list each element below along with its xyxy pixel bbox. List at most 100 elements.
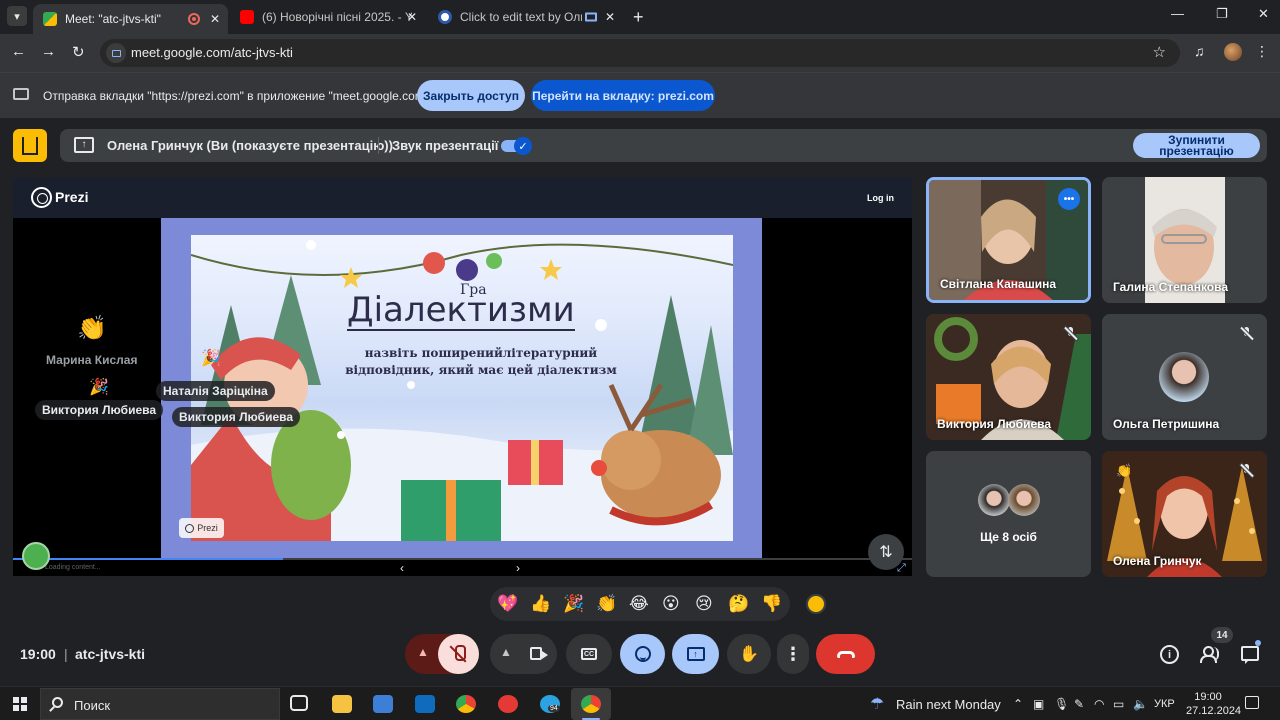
captions-button[interactable]: CC <box>566 634 612 674</box>
chevron-up-icon[interactable]: ▲ <box>417 645 429 659</box>
cast-icon <box>13 88 29 100</box>
task-view-icon[interactable] <box>290 695 308 711</box>
reaction-name: Виктория Любиева <box>172 407 301 427</box>
forward-button[interactable]: → <box>41 43 56 60</box>
tab-youtube[interactable]: (6) Новорічні пісні 2025. - You ✕ <box>230 4 425 30</box>
reactions-bar: 💖 👍 🎉 👏 😂 😮 😢 🤔 👎 <box>490 587 790 621</box>
phone-hangup-icon <box>836 650 855 658</box>
chrome-active-icon[interactable] <box>581 695 601 713</box>
skin-tone-button[interactable] <box>806 594 826 614</box>
store-icon[interactable] <box>373 695 393 713</box>
participant-tile[interactable]: Виктория Любиева <box>926 314 1091 440</box>
previous-slide-button[interactable]: ‹ <box>400 561 404 575</box>
reload-button[interactable]: ↻ <box>72 43 85 61</box>
weather-text[interactable]: Rain next Monday <box>896 697 1001 712</box>
mic-off-button[interactable] <box>438 634 479 674</box>
minimize-button[interactable]: — <box>1171 6 1184 21</box>
swap-arrows-button[interactable]: ⇅ <box>868 534 904 570</box>
url-field[interactable]: meet.google.com/atc-jtvs-kti ☆ <box>100 39 1180 67</box>
camera-button[interactable] <box>530 647 542 660</box>
battery-icon[interactable]: ▭ <box>1113 697 1124 711</box>
maximize-button[interactable]: ❐ <box>1216 6 1228 22</box>
meet-logo-icon <box>13 129 47 162</box>
back-button[interactable]: ← <box>11 43 26 60</box>
participant-name: Світлана Канашина <box>940 277 1057 291</box>
raise-hand-button[interactable]: ✋ <box>727 634 771 674</box>
umbrella-icon[interactable]: ☂ <box>870 694 884 714</box>
close-icon[interactable]: ✕ <box>605 10 615 24</box>
thumbs-up-reaction-button[interactable]: 👍 <box>530 594 551 614</box>
heart-reaction-button[interactable]: 💖 <box>497 594 518 614</box>
thinking-reaction-button[interactable]: 🤔 <box>728 594 749 614</box>
participant-name: Виктория Любиева <box>937 417 1052 431</box>
loading-text: Loading content... <box>45 564 101 571</box>
thumbs-down-reaction-button[interactable]: 👎 <box>761 594 782 614</box>
reaction-name: Наталія Заріцкіна <box>156 381 275 401</box>
tab-label: Meet: "atc-jtvs-kti" <box>65 12 161 26</box>
reactions-button[interactable] <box>620 634 665 674</box>
login-link[interactable]: Log in <box>867 193 894 203</box>
tab-meet[interactable]: Meet: "atc-jtvs-kti" ✕ <box>33 4 228 34</box>
tab-label: (6) Новорічні пісні 2025. - You <box>262 10 412 24</box>
profile-avatar[interactable] <box>1224 43 1242 61</box>
camera-site-icon[interactable] <box>106 43 126 63</box>
media-control-icon[interactable]: ♫ <box>1194 43 1205 59</box>
clap-reaction-icon: 👏 <box>1116 463 1133 478</box>
outlook-icon[interactable] <box>415 695 435 713</box>
close-access-button[interactable]: Закрыть доступ <box>417 80 525 111</box>
language-indicator[interactable]: УКР <box>1154 698 1175 710</box>
people-button[interactable] <box>1200 644 1220 664</box>
check-icon[interactable]: ✓ <box>514 137 532 155</box>
mic-icon[interactable]: 🎙 <box>1054 697 1069 711</box>
browser-menu-icon[interactable]: ⋮ <box>1255 43 1269 60</box>
next-slide-button[interactable]: › <box>516 561 520 575</box>
participant-tile[interactable]: Галина Степанкова <box>1102 177 1267 303</box>
vivaldi-icon[interactable] <box>498 695 518 713</box>
tab-prezi[interactable]: Click to edit text by Ольга П ✕ <box>428 4 623 30</box>
volume-icon[interactable]: 🔈 <box>1133 697 1148 711</box>
close-icon[interactable]: ✕ <box>210 12 220 26</box>
new-tab-button[interactable]: + <box>633 7 644 28</box>
muted-mic-icon <box>1240 327 1254 341</box>
participant-tile[interactable]: ••• Світлана Канашина <box>926 177 1091 303</box>
viewer-avatar[interactable] <box>22 542 50 570</box>
chevron-up-icon[interactable]: ▲ <box>500 645 512 659</box>
file-explorer-icon[interactable] <box>332 695 352 713</box>
tray-app-icon[interactable]: ▣ <box>1033 697 1044 711</box>
leave-call-button[interactable] <box>816 634 875 674</box>
clap-reaction-button[interactable]: 👏 <box>596 594 617 614</box>
telegram-badge: 94 <box>548 705 560 712</box>
clock[interactable]: 19:00 27.12.2024 <box>1186 690 1241 718</box>
notification-icon[interactable] <box>1245 696 1259 709</box>
reaction-name: Виктория Любиева <box>35 400 164 420</box>
bookmark-star-icon[interactable]: ☆ <box>1153 43 1166 61</box>
more-options-icon[interactable]: ••• <box>1058 188 1080 210</box>
tab-search-button[interactable]: ▾ <box>7 6 27 26</box>
windows-start-button[interactable] <box>13 697 27 711</box>
participant-tile[interactable]: Ольга Петришина <box>1102 314 1267 440</box>
captions-icon: CC <box>581 648 597 660</box>
pen-icon[interactable]: ✎ <box>1074 697 1084 711</box>
tray-chevron-icon[interactable]: ⌃ <box>1013 697 1023 711</box>
present-button[interactable]: ↑ <box>672 634 719 674</box>
window-close-button[interactable]: ✕ <box>1258 6 1269 22</box>
go-to-tab-button[interactable]: Перейти на вкладку: prezi.com <box>531 80 715 111</box>
party-reaction-button[interactable]: 🎉 <box>563 594 584 614</box>
taskbar: Поиск 94 ☂ Rain next Monday ⌃ ▣ 🎙 ✎ ◠ ▭ … <box>0 686 1280 720</box>
chat-button[interactable] <box>1241 646 1259 664</box>
stop-presenting-button[interactable]: Зупинити презентацію <box>1133 133 1260 158</box>
tab-sharing-infobar: Отправка вкладки "https://prezi.com" в п… <box>0 72 1280 118</box>
meeting-info-button[interactable]: i <box>1160 645 1179 664</box>
participant-tile[interactable]: 👏 Олена Гринчук <box>1102 451 1267 577</box>
sad-reaction-button[interactable]: 😢 <box>695 594 713 614</box>
more-participants-tile[interactable]: Ще 8 осіб <box>926 451 1091 577</box>
wifi-icon[interactable]: ◠ <box>1094 697 1104 711</box>
laugh-reaction-button[interactable]: 😂 <box>629 594 649 614</box>
chrome-icon[interactable] <box>456 695 476 713</box>
participant-avatar <box>1159 352 1209 402</box>
close-icon[interactable]: ✕ <box>407 10 417 24</box>
more-options-button[interactable]: ⋮ <box>777 634 809 674</box>
prezi-badge[interactable]: Prezi <box>179 518 224 538</box>
taskbar-search[interactable]: Поиск <box>40 688 280 720</box>
surprised-reaction-button[interactable]: 😮 <box>662 594 680 614</box>
